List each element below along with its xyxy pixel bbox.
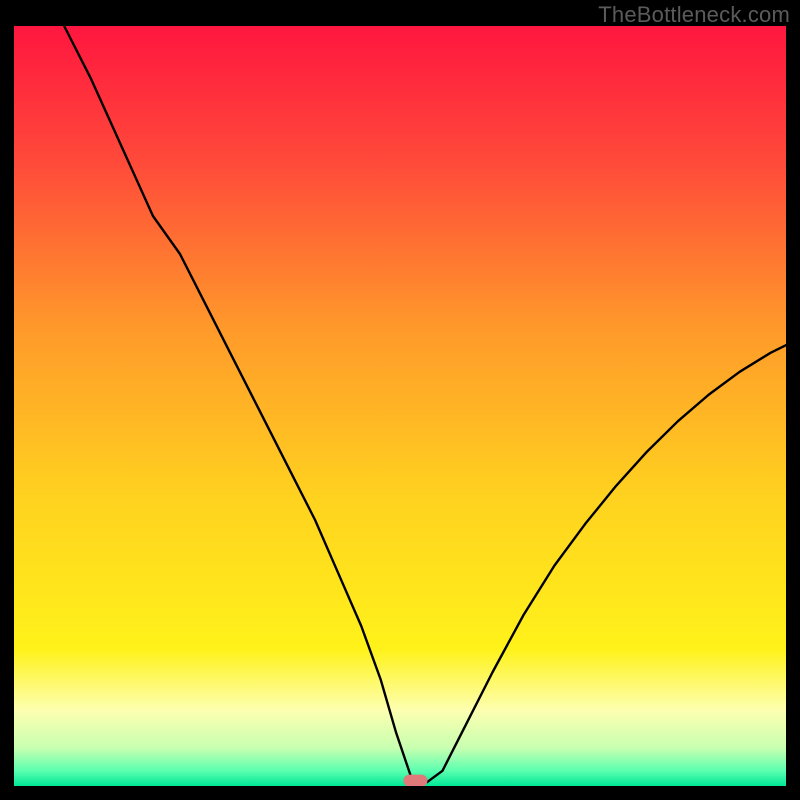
gradient-background bbox=[14, 26, 786, 786]
optimal-marker bbox=[403, 775, 427, 786]
bottleneck-chart bbox=[14, 26, 786, 786]
chart-frame: TheBottleneck.com bbox=[0, 0, 800, 800]
watermark-text: TheBottleneck.com bbox=[598, 2, 790, 28]
